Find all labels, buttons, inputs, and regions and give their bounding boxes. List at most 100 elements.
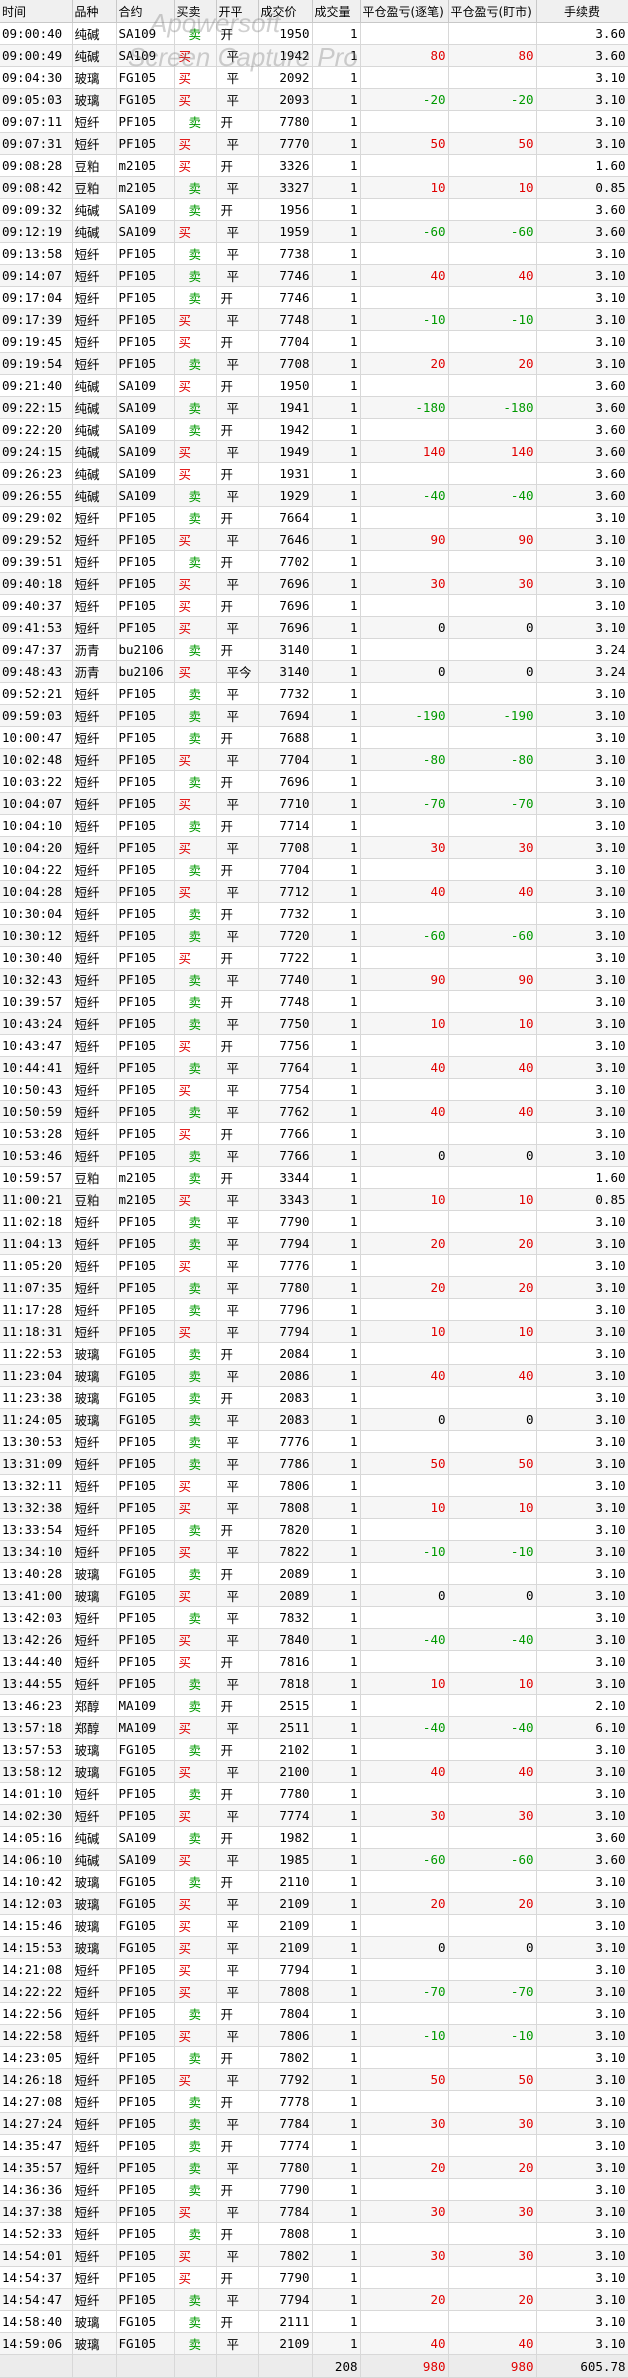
table-row[interactable]: 14:27:24 短纤 PF105 卖平 7784 1 30 30 3.10	[0, 2112, 628, 2135]
table-row[interactable]: 13:42:26 短纤 PF105 买平 7840 1 -40 -40 3.10	[0, 1628, 628, 1651]
table-row[interactable]: 10:53:46 短纤 PF105 卖平 7766 1 0 0 3.10	[0, 1144, 628, 1167]
table-row[interactable]: 14:58:40 玻璃 FG105 卖开 2111 1 3.10	[0, 2310, 628, 2333]
table-row[interactable]: 09:26:23 纯碱 SA109 买开 1931 1 3.60	[0, 462, 628, 485]
table-row[interactable]: 09:07:31 短纤 PF105 买平 7770 1 50 50 3.10	[0, 132, 628, 155]
table-row[interactable]: 09:08:28 豆粕 m2105 买开 3326 1 1.60	[0, 154, 628, 177]
table-row[interactable]: 11:23:04 玻璃 FG105 卖平 2086 1 40 40 3.10	[0, 1364, 628, 1387]
table-row[interactable]: 11:23:38 玻璃 FG105 卖开 2083 1 3.10	[0, 1386, 628, 1409]
table-row[interactable]: 14:27:08 短纤 PF105 卖开 7778 1 3.10	[0, 2090, 628, 2113]
table-row[interactable]: 14:22:22 短纤 PF105 买平 7808 1 -70 -70 3.10	[0, 1980, 628, 2003]
table-row[interactable]: 09:14:07 短纤 PF105 卖平 7746 1 40 40 3.10	[0, 264, 628, 287]
table-row[interactable]: 10:04:07 短纤 PF105 买平 7710 1 -70 -70 3.10	[0, 792, 628, 815]
col-pnl-mark[interactable]: 平仓盈亏(盯市)	[448, 0, 537, 23]
table-row[interactable]: 10:53:28 短纤 PF105 买开 7766 1 3.10	[0, 1122, 628, 1145]
table-row[interactable]: 09:08:42 豆粕 m2105 卖平 3327 1 10 10 0.85	[0, 176, 628, 199]
table-row[interactable]: 09:04:30 玻璃 FG105 买平 2092 1 3.10	[0, 66, 628, 89]
table-row[interactable]: 10:30:04 短纤 PF105 卖开 7732 1 3.10	[0, 902, 628, 925]
table-row[interactable]: 14:06:10 纯碱 SA109 买平 1985 1 -60 -60 3.60	[0, 1848, 628, 1871]
table-row[interactable]: 09:39:51 短纤 PF105 卖开 7702 1 3.10	[0, 550, 628, 573]
col-time[interactable]: 时间	[0, 0, 73, 23]
col-offset[interactable]: 开平	[216, 0, 259, 23]
table-row[interactable]: 14:05:16 纯碱 SA109 卖开 1982 1 3.60	[0, 1826, 628, 1849]
table-row[interactable]: 09:12:19 纯碱 SA109 买平 1959 1 -60 -60 3.60	[0, 220, 628, 243]
table-row[interactable]: 14:35:57 短纤 PF105 卖平 7780 1 20 20 3.10	[0, 2156, 628, 2179]
table-row[interactable]: 14:35:47 短纤 PF105 卖开 7774 1 3.10	[0, 2134, 628, 2157]
table-row[interactable]: 14:54:47 短纤 PF105 卖平 7794 1 20 20 3.10	[0, 2288, 628, 2311]
table-row[interactable]: 09:26:55 纯碱 SA109 卖平 1929 1 -40 -40 3.60	[0, 484, 628, 507]
table-row[interactable]: 13:57:18 郑醇 MA109 买平 2511 1 -40 -40 6.10	[0, 1716, 628, 1739]
table-row[interactable]: 13:40:28 玻璃 FG105 卖开 2089 1 3.10	[0, 1562, 628, 1585]
table-row[interactable]: 14:22:58 短纤 PF105 买平 7806 1 -10 -10 3.10	[0, 2024, 628, 2047]
table-row[interactable]: 09:29:02 短纤 PF105 卖开 7664 1 3.10	[0, 506, 628, 529]
table-row[interactable]: 14:10:42 玻璃 FG105 卖开 2110 1 3.10	[0, 1870, 628, 1893]
table-row[interactable]: 11:17:28 短纤 PF105 卖平 7796 1 3.10	[0, 1298, 628, 1321]
table-row[interactable]: 13:58:12 玻璃 FG105 买平 2100 1 40 40 3.10	[0, 1760, 628, 1783]
table-row[interactable]: 09:13:58 短纤 PF105 卖平 7738 1 3.10	[0, 242, 628, 265]
table-row[interactable]: 09:59:03 短纤 PF105 卖平 7694 1 -190 -190 3.10	[0, 704, 628, 727]
table-row[interactable]: 13:33:54 短纤 PF105 卖开 7820 1 3.10	[0, 1518, 628, 1541]
table-row[interactable]: 13:44:55 短纤 PF105 卖平 7818 1 10 10 3.10	[0, 1672, 628, 1695]
table-row[interactable]: 09:48:43 沥青 bu2106 买平今 3140 1 0 0 3.24	[0, 660, 628, 683]
table-row[interactable]: 14:01:10 短纤 PF105 卖开 7780 1 3.10	[0, 1782, 628, 1805]
table-row[interactable]: 09:21:40 纯碱 SA109 买开 1950 1 3.60	[0, 374, 628, 397]
table-row[interactable]: 13:34:10 短纤 PF105 买平 7822 1 -10 -10 3.10	[0, 1540, 628, 1563]
table-row[interactable]: 11:05:20 短纤 PF105 买平 7776 1 3.10	[0, 1254, 628, 1277]
table-row[interactable]: 14:54:01 短纤 PF105 买平 7802 1 30 30 3.10	[0, 2244, 628, 2267]
table-row[interactable]: 14:54:37 短纤 PF105 买开 7790 1 3.10	[0, 2266, 628, 2289]
table-row[interactable]: 14:21:08 短纤 PF105 买平 7794 1 3.10	[0, 1958, 628, 1981]
table-row[interactable]: 10:03:22 短纤 PF105 卖开 7696 1 3.10	[0, 770, 628, 793]
table-row[interactable]: 14:37:38 短纤 PF105 买平 7784 1 30 30 3.10	[0, 2200, 628, 2223]
table-row[interactable]: 11:04:13 短纤 PF105 卖平 7794 1 20 20 3.10	[0, 1232, 628, 1255]
table-row[interactable]: 14:26:18 短纤 PF105 买平 7792 1 50 50 3.10	[0, 2068, 628, 2091]
table-row[interactable]: 10:04:28 短纤 PF105 买平 7712 1 40 40 3.10	[0, 880, 628, 903]
table-row[interactable]: 09:22:20 纯碱 SA109 卖开 1942 1 3.60	[0, 418, 628, 441]
table-row[interactable]: 09:00:40 纯碱 SA109 卖开 1950 1 3.60	[0, 22, 628, 45]
table-row[interactable]: 10:00:47 短纤 PF105 卖开 7688 1 3.10	[0, 726, 628, 749]
table-row[interactable]: 14:23:05 短纤 PF105 卖开 7802 1 3.10	[0, 2046, 628, 2069]
table-row[interactable]: 10:43:47 短纤 PF105 买开 7756 1 3.10	[0, 1034, 628, 1057]
table-row[interactable]: 14:52:33 短纤 PF105 卖开 7808 1 3.10	[0, 2222, 628, 2245]
table-row[interactable]: 10:04:10 短纤 PF105 卖开 7714 1 3.10	[0, 814, 628, 837]
table-row[interactable]: 14:02:30 短纤 PF105 买平 7774 1 30 30 3.10	[0, 1804, 628, 1827]
col-product[interactable]: 品种	[72, 0, 117, 23]
table-row[interactable]: 10:50:43 短纤 PF105 买平 7754 1 3.10	[0, 1078, 628, 1101]
table-row[interactable]: 14:15:53 玻璃 FG105 买平 2109 1 0 0 3.10	[0, 1936, 628, 1959]
table-row[interactable]: 13:46:23 郑醇 MA109 卖开 2515 1 2.10	[0, 1694, 628, 1717]
table-row[interactable]: 09:00:49 纯碱 SA109 买平 1942 1 80 80 3.60	[0, 44, 628, 67]
table-row[interactable]: 09:17:04 短纤 PF105 卖开 7746 1 3.10	[0, 286, 628, 309]
table-row[interactable]: 11:02:18 短纤 PF105 卖平 7790 1 3.10	[0, 1210, 628, 1233]
table-row[interactable]: 13:42:03 短纤 PF105 卖平 7832 1 3.10	[0, 1606, 628, 1629]
table-row[interactable]: 14:59:06 玻璃 FG105 卖平 2109 1 40 40 3.10	[0, 2332, 628, 2355]
table-row[interactable]: 10:50:59 短纤 PF105 卖平 7762 1 40 40 3.10	[0, 1100, 628, 1123]
table-row[interactable]: 09:19:54 短纤 PF105 卖平 7708 1 20 20 3.10	[0, 352, 628, 375]
table-row[interactable]: 13:44:40 短纤 PF105 买开 7816 1 3.10	[0, 1650, 628, 1673]
table-row[interactable]: 09:05:03 玻璃 FG105 买平 2093 1 -20 -20 3.10	[0, 88, 628, 111]
table-row[interactable]: 14:12:03 玻璃 FG105 买平 2109 1 20 20 3.10	[0, 1892, 628, 1915]
table-row[interactable]: 09:47:37 沥青 bu2106 卖开 3140 1 3.24	[0, 638, 628, 661]
table-row[interactable]: 14:36:36 短纤 PF105 卖开 7790 1 3.10	[0, 2178, 628, 2201]
table-row[interactable]: 14:22:56 短纤 PF105 卖开 7804 1 3.10	[0, 2002, 628, 2025]
table-row[interactable]: 09:07:11 短纤 PF105 卖开 7780 1 3.10	[0, 110, 628, 133]
table-row[interactable]: 09:29:52 短纤 PF105 买平 7646 1 90 90 3.10	[0, 528, 628, 551]
table-row[interactable]: 11:22:53 玻璃 FG105 卖开 2084 1 3.10	[0, 1342, 628, 1365]
table-row[interactable]: 11:24:05 玻璃 FG105 卖平 2083 1 0 0 3.10	[0, 1408, 628, 1431]
table-row[interactable]: 10:59:57 豆粕 m2105 卖开 3344 1 1.60	[0, 1166, 628, 1189]
col-contract[interactable]: 合约	[116, 0, 175, 23]
table-row[interactable]: 10:30:12 短纤 PF105 卖平 7720 1 -60 -60 3.10	[0, 924, 628, 947]
table-row[interactable]: 10:44:41 短纤 PF105 卖平 7764 1 40 40 3.10	[0, 1056, 628, 1079]
table-row[interactable]: 13:57:53 玻璃 FG105 卖开 2102 1 3.10	[0, 1738, 628, 1761]
table-row[interactable]: 10:02:48 短纤 PF105 买平 7704 1 -80 -80 3.10	[0, 748, 628, 771]
table-row[interactable]: 13:30:53 短纤 PF105 卖平 7776 1 3.10	[0, 1430, 628, 1453]
table-row[interactable]: 13:31:09 短纤 PF105 卖平 7786 1 50 50 3.10	[0, 1452, 628, 1475]
table-row[interactable]: 11:07:35 短纤 PF105 卖平 7780 1 20 20 3.10	[0, 1276, 628, 1299]
table-row[interactable]: 10:39:57 短纤 PF105 卖开 7748 1 3.10	[0, 990, 628, 1013]
table-row[interactable]: 13:32:38 短纤 PF105 买平 7808 1 10 10 3.10	[0, 1496, 628, 1519]
col-price[interactable]: 成交价	[258, 0, 313, 23]
col-side[interactable]: 买卖	[174, 0, 217, 23]
table-row[interactable]: 09:40:37 短纤 PF105 买开 7696 1 3.10	[0, 594, 628, 617]
table-row[interactable]: 10:04:22 短纤 PF105 卖开 7704 1 3.10	[0, 858, 628, 881]
table-row[interactable]: 10:32:43 短纤 PF105 卖平 7740 1 90 90 3.10	[0, 968, 628, 991]
col-volume[interactable]: 成交量	[312, 0, 361, 23]
table-row[interactable]: 10:04:20 短纤 PF105 买平 7708 1 30 30 3.10	[0, 836, 628, 859]
table-row[interactable]: 14:15:46 玻璃 FG105 买平 2109 1 3.10	[0, 1914, 628, 1937]
